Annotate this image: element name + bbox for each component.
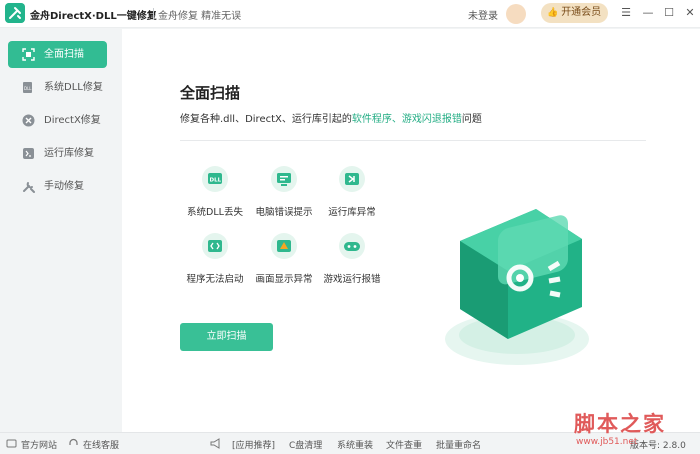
- sidebar-item-label: 全面扫描: [44, 49, 84, 60]
- dll-icon: DLL: [23, 82, 32, 93]
- footer-recommend-label: [应用推荐]: [232, 441, 276, 451]
- scan-icon: [22, 48, 35, 61]
- monitor-error-icon: [271, 166, 297, 192]
- footer-link-c-clean[interactable]: C盘清理: [289, 438, 322, 451]
- code-window-icon: [202, 233, 228, 259]
- footer-link-batch-rename[interactable]: 批量重命名: [436, 438, 481, 451]
- subtitle-suffix: 问题: [461, 114, 482, 125]
- warning-display-icon: [271, 233, 297, 259]
- footer-link-dedupe[interactable]: 文件查重: [386, 438, 422, 451]
- login-link[interactable]: 未登录: [468, 7, 498, 22]
- directx-icon: [22, 114, 35, 127]
- feature-runtime-error: 运行库异常: [312, 165, 392, 218]
- hero-illustration: [445, 209, 589, 365]
- footer-link-reinstall[interactable]: 系统重装: [337, 438, 373, 451]
- thumb-icon: 👍: [547, 8, 559, 18]
- feature-label: 程序无法启动: [186, 274, 244, 285]
- app-slogan: 金舟修复 精准无误: [158, 11, 242, 22]
- footer-website-link[interactable]: 官方网站: [21, 438, 57, 451]
- dll-file-icon: DLL: [202, 166, 228, 192]
- feature-label: 游戏运行报错: [323, 274, 381, 285]
- svg-text:DLL: DLL: [210, 178, 222, 184]
- sidebar-item-manual-repair[interactable]: 手动修复: [8, 173, 107, 200]
- title-divider: [153, 8, 154, 20]
- subtitle-prefix: 修复各种.dll、DirectX、运行库引起的: [180, 114, 352, 125]
- feature-dll-missing: DLL 系统DLL丢失: [175, 165, 255, 218]
- page-title: 全面扫描: [180, 84, 241, 102]
- feature-label: 系统DLL丢失: [187, 207, 243, 218]
- sidebar-item-label: 手动修复: [44, 181, 84, 192]
- sidebar-item-label: DirectX修复: [44, 115, 101, 126]
- gamepad-icon: [339, 233, 365, 259]
- feature-program-start-fail: 程序无法启动: [175, 232, 255, 285]
- sidebar-item-label: 运行库修复: [44, 148, 94, 159]
- divider: [180, 140, 646, 141]
- vip-button-label: 开通会员: [561, 7, 602, 18]
- app-title: 金舟DirectX·DLL一键修复: [30, 11, 157, 22]
- vip-button[interactable]: 👍 开通会员: [541, 3, 608, 23]
- page-subtitle: 修复各种.dll、DirectX、运行库引起的软件程序、游戏闪退报错问题: [180, 110, 482, 125]
- headset-icon: [69, 438, 78, 445]
- website-icon: [6, 439, 17, 448]
- close-icon[interactable]: ✕: [683, 5, 697, 21]
- sidebar-item-directx-repair[interactable]: DirectX修复: [8, 107, 107, 134]
- vs-runtime-icon: [339, 166, 365, 192]
- scan-now-button[interactable]: 立即扫描: [180, 323, 273, 351]
- subtitle-highlight: 软件程序、游戏闪退报错: [351, 114, 462, 125]
- sidebar-item-full-scan[interactable]: 全面扫描: [8, 41, 107, 68]
- wrench-icon: [23, 182, 35, 193]
- minimize-icon[interactable]: —: [641, 5, 655, 21]
- sidebar-item-label: 系统DLL修复: [44, 82, 103, 93]
- runtime-icon: [23, 148, 34, 159]
- menu-icon[interactable]: ☰: [619, 5, 633, 21]
- megaphone-icon: [210, 438, 220, 449]
- main-panel: 全面扫描 修复各种.dll、DirectX、运行库引起的软件程序、游戏闪退报错问…: [122, 29, 700, 432]
- feature-label: 运行库异常: [328, 207, 376, 218]
- sidebar-item-dll-repair[interactable]: DLL 系统DLL修复: [8, 74, 107, 101]
- watermark-url: www.jb51.net: [576, 437, 638, 447]
- footer-support-link[interactable]: 在线客服: [83, 438, 119, 451]
- sidebar-item-runtime-repair[interactable]: 运行库修复: [8, 140, 107, 167]
- sidebar: 全面扫描 DLL 系统DLL修复 DirectX修复 运行库修复 手动修复: [0, 29, 122, 432]
- app-logo-icon: [5, 3, 25, 23]
- watermark-title: 脚本之家: [574, 411, 666, 436]
- site-watermark: 脚本之家 www.jb51.net: [574, 404, 696, 452]
- feature-game-error: 游戏运行报错: [312, 232, 392, 285]
- avatar[interactable]: [506, 4, 526, 24]
- title-bar: 金舟DirectX·DLL一键修复 金舟修复 精准无误 未登录 👍 开通会员 ☰…: [0, 0, 700, 28]
- svg-text:DLL: DLL: [24, 86, 32, 91]
- maximize-icon[interactable]: ☐: [662, 5, 676, 21]
